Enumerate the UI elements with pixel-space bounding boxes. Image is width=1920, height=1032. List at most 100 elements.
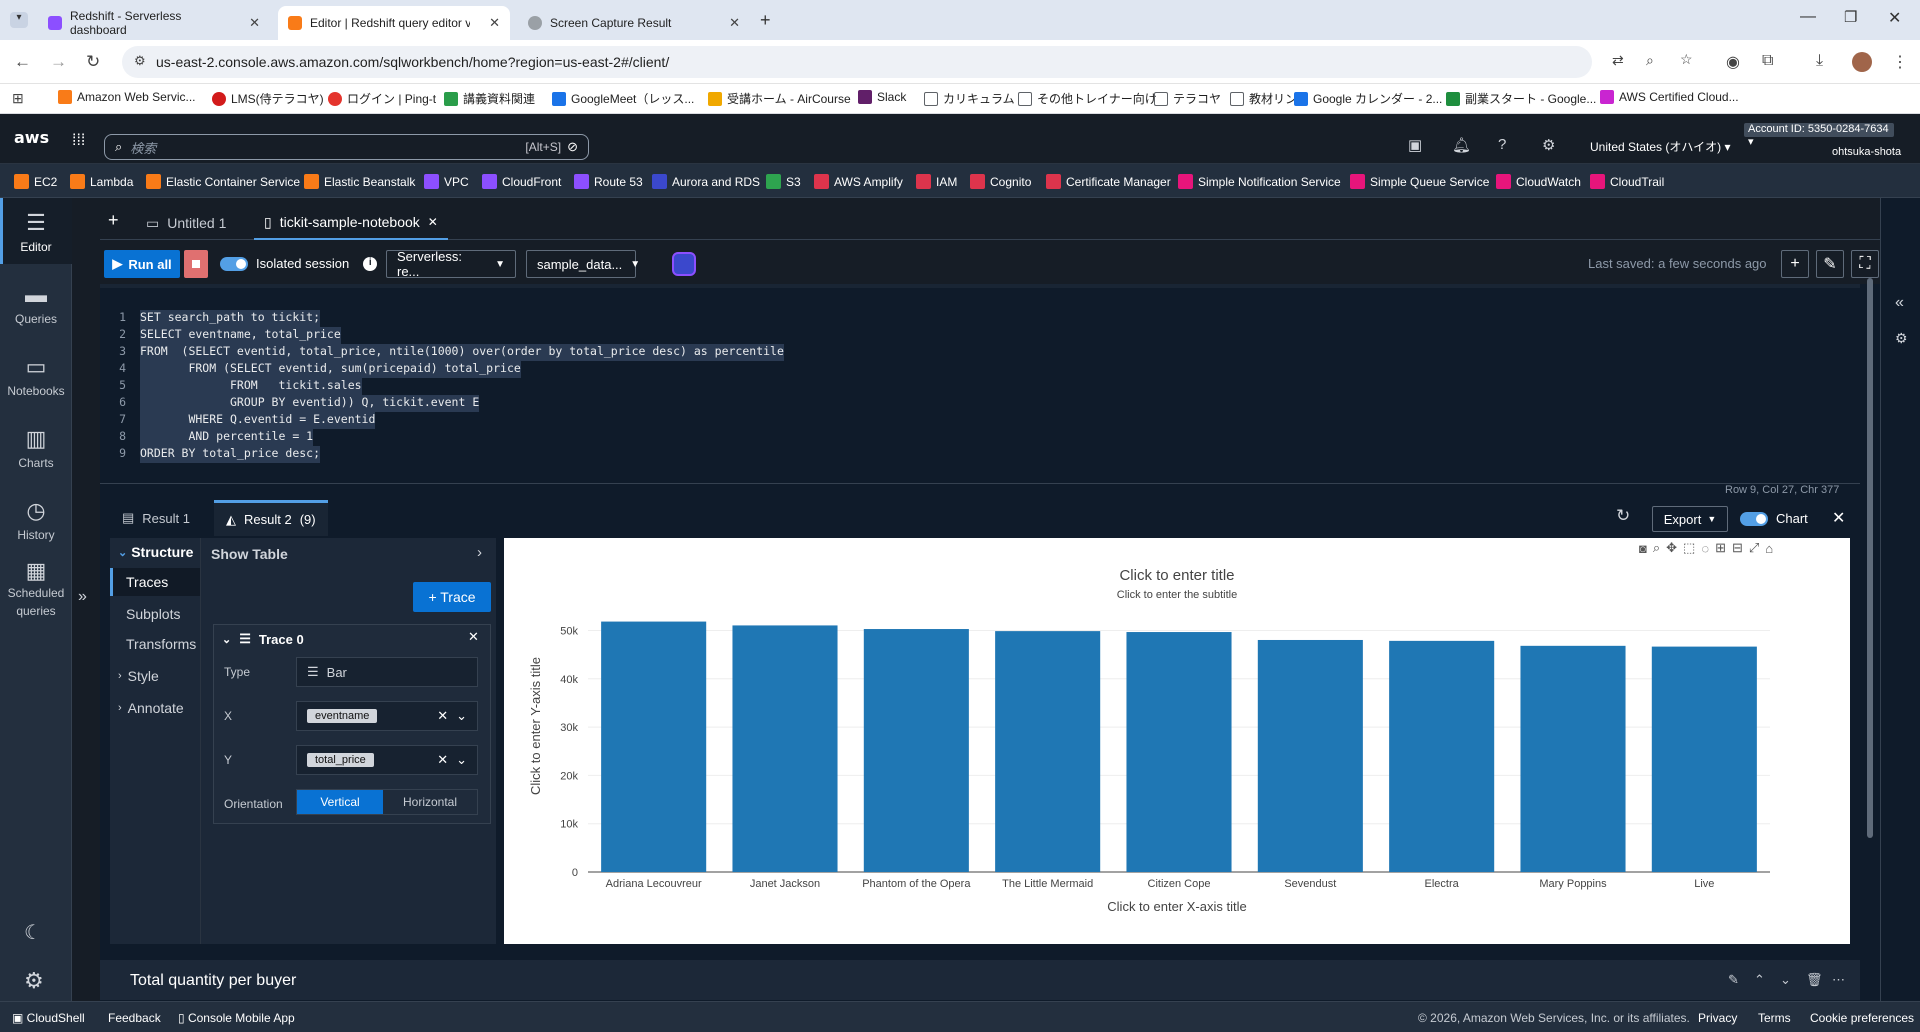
move-down-icon[interactable]: ⌄ bbox=[1780, 972, 1791, 988]
download-icon[interactable]: ⤓ bbox=[1816, 52, 1823, 70]
browser-tab-capture[interactable]: Screen Capture Result ✕ bbox=[518, 6, 750, 40]
refresh-icon[interactable]: ↻ bbox=[1616, 506, 1630, 526]
bookmark-star-icon[interactable]: ☆ bbox=[1680, 51, 1693, 68]
workgroup-select[interactable]: Serverless: re... ▼ bbox=[386, 249, 516, 279]
bar[interactable] bbox=[1389, 640, 1495, 872]
service-cloudtrail[interactable]: CloudTrail bbox=[1590, 174, 1664, 189]
bar[interactable] bbox=[995, 631, 1101, 872]
bar[interactable] bbox=[863, 629, 969, 872]
close-tab-icon[interactable]: ✕ bbox=[729, 15, 740, 31]
tab-search-icon[interactable]: ▾ bbox=[10, 12, 28, 28]
structure-header[interactable]: ⌄ Structure bbox=[118, 544, 193, 560]
service-route53[interactable]: Route 53 bbox=[574, 174, 643, 189]
export-button[interactable]: Export ▼ bbox=[1652, 506, 1728, 532]
clear-x-icon[interactable]: ✕ bbox=[437, 708, 448, 724]
database-select[interactable]: sample_data... ▼ bbox=[526, 250, 640, 278]
service-s3[interactable]: S3 bbox=[766, 174, 801, 189]
notifications-bell-icon[interactable]: 🔔︎ bbox=[1452, 136, 1471, 154]
bookmark-sidejob[interactable]: 副業スタート - Google... bbox=[1446, 90, 1596, 107]
new-tab-icon[interactable]: + bbox=[760, 10, 771, 31]
result-1-tab[interactable]: ▤ Result 1 bbox=[110, 500, 202, 536]
minimize-window-icon[interactable]: — bbox=[1800, 8, 1816, 26]
privacy-link[interactable]: Privacy bbox=[1698, 1011, 1737, 1025]
chart-canvas[interactable]: ◙ ⌕ ✥ ⬚ ◌ ⊞ ⊟ ⤢ ⌂ Click to enter title C… bbox=[504, 538, 1850, 944]
bookmark-pingt[interactable]: ログイン | Ping-t bbox=[328, 90, 436, 107]
bookmark-aws-cert[interactable]: AWS Certified Cloud... bbox=[1600, 90, 1739, 104]
result-2-tab[interactable]: ◭ Result 2 (9) bbox=[214, 500, 328, 536]
expand-panel-icon[interactable]: » bbox=[78, 588, 87, 606]
feedback-link[interactable]: Feedback bbox=[108, 1011, 161, 1025]
service-lambda[interactable]: Lambda bbox=[70, 174, 133, 189]
translate-icon[interactable]: ⇄ bbox=[1612, 52, 1624, 69]
bar[interactable] bbox=[1257, 639, 1363, 872]
terms-link[interactable]: Terms bbox=[1758, 1011, 1791, 1025]
add-cell-plus-icon[interactable]: + bbox=[1781, 250, 1809, 278]
extensions-icon[interactable]: ⧉ bbox=[1762, 52, 1773, 70]
bookmark-meet[interactable]: GoogleMeet（レッス... bbox=[552, 90, 694, 107]
rail-scheduled-queries[interactable]: ▦ Scheduled queries bbox=[0, 560, 72, 620]
chart-subtitle[interactable]: Click to enter the subtitle bbox=[1117, 589, 1237, 601]
toggle-switch[interactable] bbox=[1740, 511, 1768, 526]
isolated-session-toggle[interactable]: Isolated session i bbox=[220, 256, 378, 271]
y-column-select[interactable]: total_price ✕ ⌄ bbox=[296, 745, 478, 775]
new-tab-plus-icon[interactable]: + bbox=[108, 210, 119, 231]
user-name[interactable]: ohtsuka-shota bbox=[1832, 146, 1901, 158]
close-tab-icon[interactable]: ✕ bbox=[428, 215, 438, 229]
service-ec2[interactable]: EC2 bbox=[14, 174, 57, 189]
structure-subplots[interactable]: Subplots bbox=[110, 600, 200, 628]
editor-tab-notebook[interactable]: ▯ tickit-sample-notebook ✕ bbox=[254, 206, 448, 240]
service-rds[interactable]: Aurora and RDS bbox=[652, 174, 760, 189]
cloudshell-link[interactable]: ▣ CloudShell bbox=[12, 1011, 85, 1025]
trace-type-select[interactable]: ☰ Bar bbox=[296, 657, 478, 687]
bookmark-slack[interactable]: Slack bbox=[858, 90, 906, 104]
service-sns[interactable]: Simple Notification Service bbox=[1178, 174, 1341, 189]
bookmark-aircourse[interactable]: 受講ホーム - AirCourse bbox=[708, 90, 851, 107]
help-icon[interactable]: ? bbox=[1498, 136, 1506, 153]
bookmark-materials[interactable]: 講義資料関連 bbox=[444, 90, 535, 107]
close-tab-icon[interactable]: ✕ bbox=[249, 15, 260, 31]
mobile-app-link[interactable]: ▯ Console Mobile App bbox=[178, 1011, 295, 1025]
close-tab-icon[interactable]: ✕ bbox=[489, 15, 500, 31]
account-id-badge[interactable]: Account ID: 5350-0284-7634 ▾ bbox=[1744, 123, 1894, 148]
rail-charts[interactable]: ▥ Charts bbox=[0, 426, 72, 470]
service-cloudwatch[interactable]: CloudWatch bbox=[1496, 174, 1581, 189]
url-input[interactable]: ⚙ us-east-2.console.aws.amazon.com/sqlwo… bbox=[122, 46, 1693, 78]
profile-avatar[interactable] bbox=[1852, 52, 1872, 72]
browser-menu-icon[interactable]: ⋮ bbox=[1892, 52, 1908, 72]
collapse-left-icon[interactable]: « bbox=[1895, 294, 1904, 312]
services-menu-icon[interactable]: ⁞⁞⁞ bbox=[72, 132, 85, 150]
bookmark-calendar[interactable]: Google カレンダー - 2... bbox=[1294, 90, 1442, 107]
service-iam[interactable]: IAM bbox=[916, 174, 957, 189]
bar[interactable] bbox=[1651, 646, 1757, 872]
aws-logo[interactable]: aws bbox=[14, 128, 49, 147]
info-icon[interactable]: i bbox=[363, 256, 378, 271]
y-axis-title[interactable]: Click to enter Y-axis title bbox=[528, 657, 543, 795]
camera-icon[interactable]: ◉ bbox=[1726, 52, 1740, 72]
annotate-section[interactable]: › Annotate bbox=[118, 700, 184, 716]
rail-notebooks[interactable]: ▭ Notebooks bbox=[0, 354, 72, 398]
rail-editor[interactable]: ☰ Editor bbox=[0, 198, 72, 264]
sql-code-cell[interactable]: 1 SET search_path to tickit; 2 SELECT even… bbox=[100, 284, 1860, 484]
service-cloudfront[interactable]: CloudFront bbox=[482, 174, 561, 189]
chevron-down-icon[interactable]: ⌄ bbox=[456, 708, 467, 724]
vertical-scrollbar[interactable] bbox=[1867, 278, 1873, 838]
service-vpc[interactable]: VPC bbox=[424, 174, 469, 189]
chevron-down-icon[interactable]: ⌄ bbox=[456, 752, 467, 768]
bookmark-trainer[interactable]: その他トレイナー向け bbox=[1018, 90, 1157, 107]
bookmark-lms[interactable]: LMS(侍テラコヤ) bbox=[212, 90, 324, 107]
back-icon[interactable]: ← bbox=[14, 52, 31, 72]
edit-pencil-icon[interactable]: ✎ bbox=[1728, 972, 1739, 988]
settings-small-icon[interactable]: ⚙ bbox=[1895, 330, 1908, 347]
fullscreen-icon[interactable]: ⛶ bbox=[1851, 250, 1879, 278]
site-info-icon[interactable]: ⚙ bbox=[134, 53, 146, 69]
bar[interactable] bbox=[732, 625, 838, 872]
cell-menu-icon[interactable]: ⋯ bbox=[1832, 972, 1845, 988]
rail-queries[interactable]: ▬ Queries bbox=[0, 282, 72, 326]
service-sqs[interactable]: Simple Queue Service bbox=[1350, 174, 1489, 189]
apps-grid-icon[interactable]: ⊞ bbox=[12, 90, 24, 107]
region-selector[interactable]: United States (オハイオ) ▾ bbox=[1590, 138, 1731, 155]
browser-tab-editor[interactable]: Editor | Redshift query editor v2 ✕ bbox=[278, 6, 510, 40]
structure-traces[interactable]: Traces bbox=[110, 568, 200, 596]
bar[interactable] bbox=[1520, 645, 1626, 872]
bookmark-aws[interactable]: Amazon Web Servic... bbox=[58, 90, 196, 104]
